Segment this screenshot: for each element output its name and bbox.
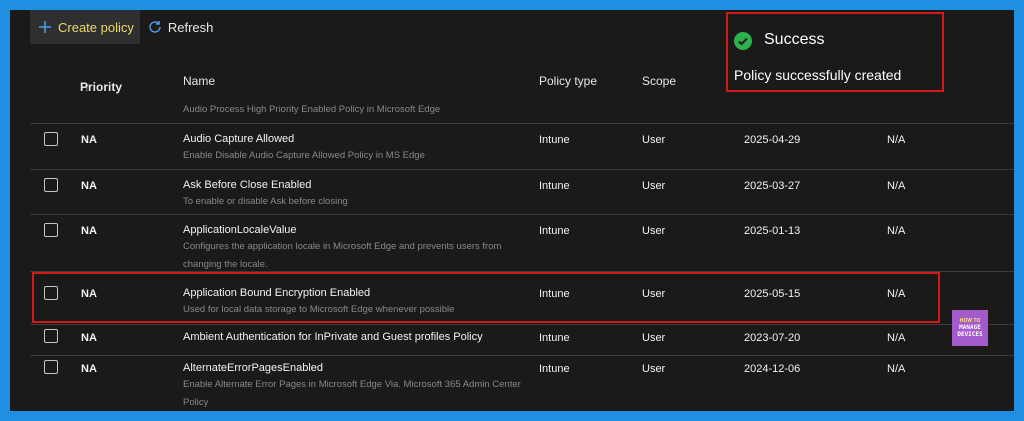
table-row[interactable]: NA Application Bound Encryption Enabled … <box>30 271 1014 325</box>
row-value: N/A <box>887 288 906 300</box>
row-name[interactable]: AlternateErrorPagesEnabled <box>183 362 323 374</box>
row-description: Enable Alternate Error Pages in Microsof… <box>183 379 521 408</box>
row-value: N/A <box>887 363 906 375</box>
table-row[interactable]: NA Audio Capture Allowed Enable Disable … <box>30 123 1014 170</box>
row-scope: User <box>642 363 666 375</box>
logo-line-3: DEVICES <box>957 331 983 338</box>
success-check-icon <box>734 32 752 50</box>
row-priority: NA <box>81 134 97 146</box>
row-policy-type: Intune <box>539 180 570 192</box>
refresh-icon <box>146 18 164 36</box>
row-priority: NA <box>81 332 97 344</box>
row-policy-type: Intune <box>539 363 570 375</box>
refresh-button[interactable]: Refresh <box>140 10 220 44</box>
row-date: 2025-01-13 <box>744 225 801 237</box>
row-date: 2025-03-27 <box>744 180 801 192</box>
toolbar: Create policy Refresh <box>30 10 219 44</box>
row-value: N/A <box>887 134 906 146</box>
policy-list-panel: Create policy Refresh Priority ↑ Name Po… <box>10 10 1014 411</box>
row-checkbox[interactable] <box>44 178 58 192</box>
row-checkbox[interactable] <box>44 223 58 237</box>
row-priority: NA <box>81 180 97 192</box>
create-policy-label: Create policy <box>58 19 134 35</box>
how-to-manage-devices-logo: HOW TO MANAGE DEVICES <box>952 310 988 346</box>
row-name[interactable]: Audio Capture Allowed <box>183 133 294 145</box>
row-description: Enable Disable Audio Capture Allowed Pol… <box>183 150 425 161</box>
refresh-label: Refresh <box>167 19 214 35</box>
row-description: Used for local data storage to Microsoft… <box>183 304 455 315</box>
plus-icon <box>36 18 54 36</box>
row-name[interactable]: Application Bound Encryption Enabled <box>183 287 370 299</box>
row-scope: User <box>642 134 666 146</box>
row-description: Configures the application locale in Mic… <box>183 241 502 270</box>
row-checkbox[interactable] <box>44 286 58 300</box>
row-date: 2024-12-06 <box>744 363 801 375</box>
row-checkbox[interactable] <box>44 360 58 374</box>
row-description: To enable or disable Ask before closing <box>183 196 348 207</box>
header-policy-type[interactable]: Policy type <box>539 74 597 88</box>
header-scope[interactable]: Scope <box>642 74 676 88</box>
notification-message: Policy successfully created <box>734 67 902 83</box>
create-policy-button[interactable]: Create policy <box>30 10 140 44</box>
row-policy-type: Intune <box>539 134 570 146</box>
row-checkbox[interactable] <box>44 329 58 343</box>
table-row[interactable]: NA AlternateErrorPagesEnabled Enable Alt… <box>30 355 1014 411</box>
logo-line-2: MANAGE <box>959 324 981 331</box>
table-row[interactable]: NA Ask Before Close Enabled To enable or… <box>30 169 1014 215</box>
header-name[interactable]: Name <box>183 74 215 88</box>
row-name[interactable]: ApplicationLocaleValue <box>183 224 297 236</box>
row-policy-type: Intune <box>539 332 570 344</box>
sort-ascending-icon: ↑ <box>84 80 90 94</box>
row-scope: User <box>642 332 666 344</box>
row-policy-type: Intune <box>539 288 570 300</box>
row-priority: NA <box>81 363 97 375</box>
row-value: N/A <box>887 332 906 344</box>
success-notification[interactable]: Success Policy successfully created <box>726 12 944 92</box>
row-scope: User <box>642 180 666 192</box>
row-scope: User <box>642 225 666 237</box>
row-policy-type: Intune <box>539 225 570 237</box>
partial-row-description: Audio Process High Priority Enabled Poli… <box>183 104 441 115</box>
table-row[interactable]: NA Ambient Authentication for InPrivate … <box>30 324 1014 356</box>
row-checkbox[interactable] <box>44 132 58 146</box>
row-name[interactable]: Ambient Authentication for InPrivate and… <box>183 331 483 343</box>
row-date: 2025-04-29 <box>744 134 801 146</box>
row-priority: NA <box>81 288 97 300</box>
row-scope: User <box>642 288 666 300</box>
row-value: N/A <box>887 225 906 237</box>
row-name[interactable]: Ask Before Close Enabled <box>183 179 311 191</box>
table-row[interactable]: NA ApplicationLocaleValue Configures the… <box>30 214 1014 272</box>
row-value: N/A <box>887 180 906 192</box>
row-date: 2025-05-15 <box>744 288 801 300</box>
notification-title: Success <box>764 31 825 48</box>
row-date: 2023-07-20 <box>744 332 801 344</box>
row-priority: NA <box>81 225 97 237</box>
